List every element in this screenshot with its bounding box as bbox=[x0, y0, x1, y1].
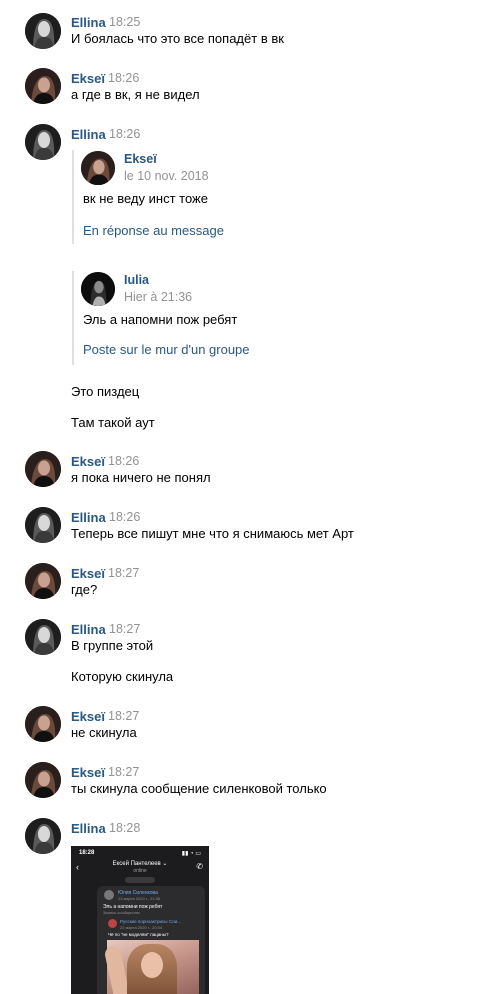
avatar-ellina[interactable] bbox=[25, 124, 61, 160]
avatar-ellina[interactable] bbox=[25, 619, 61, 655]
message-author[interactable]: Ellina bbox=[71, 622, 106, 637]
message-time[interactable]: 18:25 bbox=[109, 15, 140, 30]
photo-face bbox=[141, 952, 163, 978]
message-text: где? bbox=[71, 582, 98, 597]
attachment-group-text: Чё по "не моделям" пацаны? bbox=[108, 932, 169, 937]
attachment-group-date: 22 марта 2020 г., 20:04 bbox=[120, 925, 163, 930]
message-text: я пока ничего не понял bbox=[71, 470, 211, 485]
message-text: Теперь все пишут мне что я снимаюсь мет … bbox=[71, 526, 354, 541]
message-author[interactable]: Ekseï bbox=[71, 71, 105, 86]
message-time[interactable]: 18:26 bbox=[108, 454, 139, 469]
message-text: ты скинула сообщение силенковой только bbox=[71, 781, 327, 796]
attachment-avatar bbox=[104, 890, 114, 900]
message-time[interactable]: 18:27 bbox=[108, 765, 139, 780]
quote-author[interactable]: Ekseï bbox=[124, 152, 157, 167]
message-text: В группе этой bbox=[71, 638, 154, 653]
quote-author[interactable]: Iulia bbox=[124, 273, 149, 288]
attachment-group-name: Русские порноактрисы Сли... bbox=[120, 919, 181, 924]
avatar-eksei[interactable] bbox=[25, 451, 61, 487]
message-time[interactable]: 18:27 bbox=[108, 709, 139, 724]
quote-bar bbox=[72, 271, 74, 365]
quote-bar bbox=[72, 150, 74, 244]
message-time[interactable]: 18:26 bbox=[108, 71, 139, 86]
attachment-inner-link: Запись сообщества bbox=[103, 910, 140, 915]
message-text: не скинула bbox=[71, 725, 137, 740]
message-text: Там такой аут bbox=[71, 415, 155, 430]
message-author[interactable]: Ellina bbox=[71, 510, 106, 525]
message-author[interactable]: Ekseï bbox=[71, 566, 105, 581]
avatar-ellina[interactable] bbox=[25, 818, 61, 854]
quote-text: Эль а напомни пож ребят bbox=[83, 312, 238, 327]
date-pill bbox=[125, 877, 155, 883]
quote-text: вк не веду инст тоже bbox=[83, 191, 208, 206]
message-author[interactable]: Ekseï bbox=[71, 454, 105, 469]
status-bar-icons: ▮▮ ◔ ▭ bbox=[181, 851, 201, 857]
avatar-eksei[interactable] bbox=[25, 68, 61, 104]
attachment-photo bbox=[103, 940, 199, 994]
message-text: Которую скинула bbox=[71, 669, 174, 684]
attachment-chat-title: Ексей Пантелеев ⌄ bbox=[112, 861, 168, 867]
quote-date[interactable]: Hier à 21:36 bbox=[124, 290, 192, 305]
screenshot-attachment[interactable]: 18:28 ▮▮ ◔ ▭ ‹ Ексей Пантелеев ⌄ online … bbox=[71, 846, 209, 994]
avatar-ellina[interactable] bbox=[25, 507, 61, 543]
avatar-eksei[interactable] bbox=[25, 706, 61, 742]
message-text: И боялась что это все попадёт в вк bbox=[71, 31, 284, 46]
message-author[interactable]: Ellina bbox=[71, 127, 106, 142]
attachment-group-avatar bbox=[108, 919, 117, 928]
message-author[interactable]: Ellina bbox=[71, 15, 106, 30]
quote-avatar-eksei[interactable] bbox=[81, 151, 115, 185]
message-text: Это пиздец bbox=[71, 384, 140, 399]
attachment-chat-status: online bbox=[133, 868, 147, 874]
message-time[interactable]: 18:27 bbox=[109, 622, 140, 637]
attachment-status-time: 18:28 bbox=[79, 850, 95, 856]
phone-icon: ✆ bbox=[196, 862, 203, 871]
avatar-eksei[interactable] bbox=[25, 563, 61, 599]
quote-date[interactable]: le 10 nov. 2018 bbox=[124, 169, 209, 184]
message-time[interactable]: 18:26 bbox=[109, 127, 140, 142]
quote-avatar-iulia[interactable] bbox=[81, 272, 115, 306]
avatar-ellina[interactable] bbox=[25, 13, 61, 49]
message-author[interactable]: Ellina bbox=[71, 821, 106, 836]
quote-wall-post-link[interactable]: Poste sur le mur d'un groupe bbox=[83, 342, 250, 358]
message-time[interactable]: 18:26 bbox=[109, 510, 140, 525]
attachment-inner-date: 23 марта 2020 г., 21:36 bbox=[118, 896, 161, 901]
message-author[interactable]: Ekseï bbox=[71, 765, 105, 780]
message-time[interactable]: 18:28 bbox=[109, 821, 140, 836]
avatar-eksei[interactable] bbox=[25, 762, 61, 798]
message-time[interactable]: 18:27 bbox=[108, 566, 139, 581]
message-author[interactable]: Ekseï bbox=[71, 709, 105, 724]
quote-reply-link[interactable]: En réponse au message bbox=[83, 223, 224, 239]
message-text: а где в вк, я не видел bbox=[71, 87, 200, 102]
